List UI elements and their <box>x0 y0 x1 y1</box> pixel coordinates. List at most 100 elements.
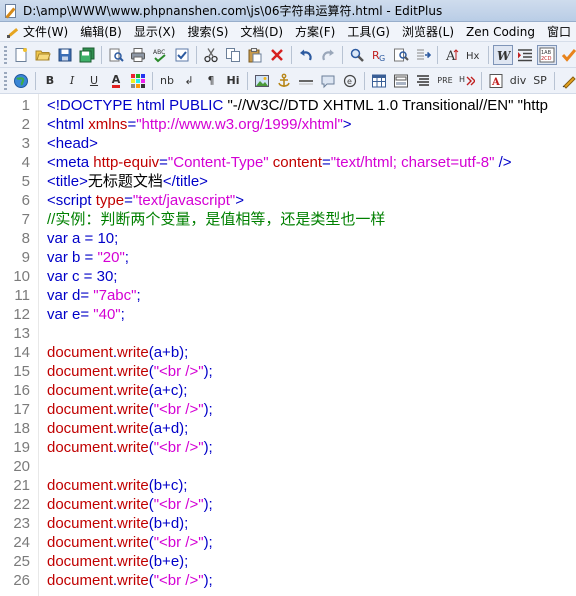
open-file-button[interactable] <box>33 45 53 65</box>
browser-button[interactable] <box>11 71 31 91</box>
pre-button[interactable]: PRE <box>435 71 455 91</box>
color-grid-button[interactable] <box>128 71 148 91</box>
font-color-button[interactable]: A <box>106 71 126 91</box>
print-button[interactable] <box>128 45 148 65</box>
svg-text:W: W <box>497 49 511 63</box>
list-button[interactable] <box>413 71 433 91</box>
code-token: write <box>117 420 149 437</box>
comment-button[interactable] <box>318 71 338 91</box>
menu-2[interactable]: 显示(X) <box>128 22 182 41</box>
save-button[interactable] <box>55 45 75 65</box>
menu-7[interactable]: 浏览器(L) <box>396 22 460 41</box>
column-button[interactable]: 1AB 2CD <box>537 44 557 65</box>
div-button[interactable]: div <box>508 71 528 91</box>
code-line[interactable]: 9 var b = "20"; <box>0 248 576 267</box>
code-line[interactable]: 18 document.write(a+d); <box>0 419 576 438</box>
code-line[interactable]: 15 document.write("<br />"); <box>0 362 576 381</box>
paragraph-icon: ¶ <box>207 74 215 87</box>
editplus-app-icon[interactable] <box>3 3 19 19</box>
font-size-button[interactable]: A <box>442 45 462 65</box>
code-line[interactable]: 2 <html xmlns="http://www.w3.org/1999/xht… <box>0 115 576 134</box>
code-line[interactable]: 14 document.write(a+b); <box>0 343 576 362</box>
menu-0[interactable]: 文件(W) <box>0 22 74 41</box>
image-button[interactable] <box>252 71 272 91</box>
code-line[interactable]: 24 document.write("<br />"); <box>0 533 576 552</box>
hex-button[interactable]: Hx <box>464 45 484 65</box>
code-line[interactable]: 11 var d= "7abc"; <box>0 286 576 305</box>
copy-button[interactable] <box>223 45 243 65</box>
bold-button[interactable]: B <box>40 71 60 91</box>
code-line[interactable]: 13 <box>0 324 576 343</box>
paragraph-button[interactable]: ¶ <box>201 71 221 91</box>
code-line[interactable]: 16 document.write(a+c); <box>0 381 576 400</box>
save-all-button[interactable] <box>77 45 97 65</box>
checkmark-button[interactable] <box>559 45 576 65</box>
code-line[interactable]: 5 <title>无标题文档</title> <box>0 172 576 191</box>
code-token: "-//W3C//DTD XHTML 1.0 Transitional//EN"… <box>227 97 548 114</box>
code-line[interactable]: 12 var e= "40"; <box>0 305 576 324</box>
code-token: <head> <box>47 135 98 152</box>
break-button[interactable]: ↲ <box>179 71 199 91</box>
line-code: var b = "20"; <box>47 248 129 267</box>
redo-button[interactable] <box>318 45 338 65</box>
line-number: 19 <box>13 439 30 456</box>
rule-button[interactable]: H <box>457 71 477 91</box>
code-line[interactable]: 7 //实例：判断两个变量，是值相等，还是类型也一样 <box>0 210 576 229</box>
nbsp-button[interactable]: nb <box>157 71 177 91</box>
line-button[interactable] <box>296 71 316 91</box>
entity-button[interactable]: e <box>340 71 360 91</box>
code-line[interactable]: 19 document.write("<br />"); <box>0 438 576 457</box>
code-line[interactable]: 23 document.write(b+d); <box>0 514 576 533</box>
code-line[interactable]: 10 var c = 30; <box>0 267 576 286</box>
code-line[interactable]: 3 <head> <box>0 134 576 153</box>
undo-button[interactable] <box>296 45 316 65</box>
line-number: 17 <box>13 401 30 418</box>
anchor-button[interactable] <box>274 71 294 91</box>
code-line[interactable]: 26 document.write("<br />"); <box>0 571 576 590</box>
span-button[interactable]: SP <box>530 71 550 91</box>
break-icon: ↲ <box>184 74 194 87</box>
paste-button[interactable] <box>245 45 265 65</box>
italic-button[interactable]: I <box>62 71 82 91</box>
code-line[interactable]: 1 <!DOCTYPE html PUBLIC "-//W3C//DTD XHTM… <box>0 96 576 115</box>
heading-icon: Hi <box>226 74 240 87</box>
print-preview-button[interactable] <box>106 45 126 65</box>
code-line[interactable]: 6 <script type="text/javascript"> <box>0 191 576 210</box>
menu-4[interactable]: 文档(D) <box>234 22 289 41</box>
goto-button[interactable] <box>413 45 433 65</box>
code-line[interactable]: 22 document.write("<br />"); <box>0 495 576 514</box>
delete-button[interactable] <box>267 45 287 65</box>
editor-button[interactable] <box>559 71 576 91</box>
code-line[interactable]: 4 <meta http-equiv="Content-Type" content… <box>0 153 576 172</box>
menu-6[interactable]: 工具(G) <box>341 22 396 41</box>
indent-button[interactable] <box>515 45 535 65</box>
table-button[interactable] <box>369 71 389 91</box>
menu-1[interactable]: 编辑(B) <box>74 22 128 41</box>
find-button[interactable] <box>347 45 367 65</box>
menu-3[interactable]: 搜索(S) <box>181 22 234 41</box>
find-in-files-button[interactable] <box>391 45 411 65</box>
line-number: 20 <box>13 458 30 475</box>
code-token: write <box>117 572 149 589</box>
word-wrap-button[interactable]: W <box>493 44 513 65</box>
code-editor[interactable]: 1 <!DOCTYPE html PUBLIC "-//W3C//DTD XHTM… <box>0 94 576 596</box>
spell-check-button[interactable]: ABC <box>150 45 170 65</box>
form-button[interactable] <box>391 71 411 91</box>
menu-8[interactable]: Zen Coding <box>460 22 541 41</box>
menu-9[interactable]: 窗口 <box>541 22 576 41</box>
toolbar-grip[interactable] <box>4 71 7 90</box>
new-file-button[interactable] <box>11 45 31 65</box>
cut-button[interactable] <box>201 45 221 65</box>
toolbar-grip[interactable] <box>4 45 7 64</box>
code-line[interactable]: 21 document.write(b+c); <box>0 476 576 495</box>
spell-button[interactable]: A <box>486 71 506 91</box>
code-line[interactable]: 17 document.write("<br />"); <box>0 400 576 419</box>
replace-button[interactable]: RG <box>369 45 389 65</box>
code-line[interactable]: 20 <box>0 457 576 476</box>
menu-5[interactable]: 方案(F) <box>289 22 341 41</box>
underline-button[interactable]: U <box>84 71 104 91</box>
heading-button[interactable]: Hi <box>223 71 243 91</box>
code-line[interactable]: 8 var a = 10; <box>0 229 576 248</box>
code-line[interactable]: 25 document.write(b+e); <box>0 552 576 571</box>
check-button[interactable] <box>172 45 192 65</box>
